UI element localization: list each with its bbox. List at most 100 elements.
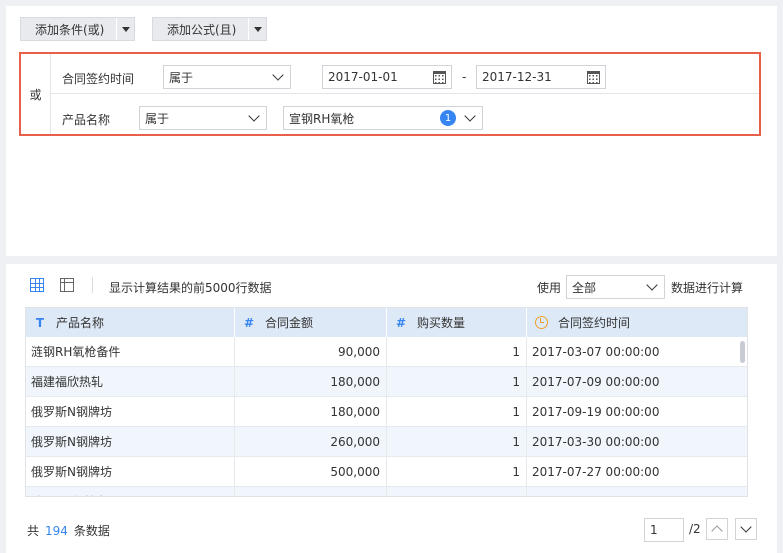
cell-product: 福建福欣热轧 — [26, 367, 235, 396]
date-from-value: 2017-01-01 — [328, 70, 398, 84]
clock-icon — [535, 316, 548, 329]
calc-scope-value: 全部 — [572, 280, 597, 295]
column-header-label: 合同金额 — [265, 316, 314, 330]
selected-count-badge: 1 — [440, 110, 456, 126]
preview-panel: 显示计算结果的前5000行数据 使用 全部 数据进行计算 T 产品名称 # 合同… — [6, 264, 777, 553]
condition-operator-select[interactable]: 属于 — [163, 65, 291, 89]
next-page-button[interactable] — [735, 518, 757, 540]
total-prefix: 共 — [27, 524, 40, 538]
data-table: T 产品名称 # 合同金额 # 购买数量 合同签约时间 涟钢RH氧枪备件 90,… — [25, 307, 748, 497]
calc-scope-select[interactable]: 全部 — [566, 275, 665, 299]
table-row: 涟钢RH氧枪备件 90,000 1 2017-03-07 00:00:00 — [26, 337, 747, 367]
cell-product: 俄罗斯N钢牌坊 — [26, 457, 235, 486]
calendar-icon[interactable] — [433, 70, 446, 84]
condition-field-label: 合同签约时间 — [62, 72, 135, 86]
date-to-value: 2017-12-31 — [482, 70, 552, 84]
toolbar-divider — [92, 277, 93, 293]
calc-label: 数据进行计算 — [671, 281, 744, 295]
table-body: 涟钢RH氧枪备件 90,000 1 2017-03-07 00:00:00 福建… — [26, 337, 747, 497]
detail-view-icon[interactable] — [60, 278, 74, 292]
cell-sign-date: 2017-07-09 00:00:00 — [527, 367, 747, 396]
condition-operator-value: 属于 — [145, 111, 170, 126]
use-label: 使用 — [537, 281, 562, 295]
logic-label: 或 — [29, 87, 42, 102]
caret-down-icon — [121, 26, 130, 32]
column-header-sign-date[interactable]: 合同签约时间 — [527, 308, 747, 337]
table-row: 俄罗斯N钢牌坊 260,000 1 2017-03-30 00:00:00 — [26, 427, 747, 457]
date-from-input[interactable]: 2017-01-01 — [322, 65, 452, 89]
add-condition-dropdown-toggle[interactable] — [116, 18, 134, 40]
table-row: 俄罗斯N钢牌坊 500,000 1 2017-07-27 00:00:00 — [26, 457, 747, 487]
scrollbar-thumb[interactable] — [740, 341, 745, 363]
page-number-value: 1 — [650, 523, 658, 537]
calendar-icon[interactable] — [587, 70, 600, 84]
number-type-icon: # — [243, 315, 255, 330]
add-formula-and-button[interactable]: 添加公式(且) — [152, 17, 268, 41]
chevron-down-icon — [248, 109, 260, 122]
add-condition-or-button[interactable]: 添加条件(或) — [20, 17, 136, 41]
number-type-icon: # — [395, 315, 407, 330]
table-row: 福建福欣热轧 180,000 1 2017-07-09 00:00:00 — [26, 367, 747, 397]
total-count: 共 194 条数据 — [27, 522, 110, 539]
cell-product: 涟钢RH氧枪备件 — [26, 487, 235, 496]
cell-sign-date: 2017-03-30 00:00:00 — [527, 427, 747, 456]
cell-quantity: 1 — [387, 427, 527, 456]
cell-product: 俄罗斯N钢牌坊 — [26, 397, 235, 426]
cell-sign-date: 2017-07-27 00:00:00 — [527, 457, 747, 486]
column-header-quantity[interactable]: # 购买数量 — [387, 308, 527, 337]
cell-product: 俄罗斯N钢牌坊 — [26, 427, 235, 456]
date-to-input[interactable]: 2017-12-31 — [476, 65, 606, 89]
cell-amount: 260,000 — [235, 427, 387, 456]
add-condition-or-label: 添加条件(或) — [35, 22, 105, 37]
column-header-label: 购买数量 — [417, 316, 466, 330]
chevron-down-icon — [740, 521, 752, 533]
cell-quantity: 1 — [387, 397, 527, 426]
column-header-amount[interactable]: # 合同金额 — [235, 308, 387, 337]
cell-amount: 90,000 — [235, 337, 387, 366]
chevron-up-icon — [711, 525, 723, 537]
cell-sign-date: 2017-09-19 00:00:00 — [527, 397, 747, 426]
caret-down-icon — [253, 26, 262, 32]
table-row: 俄罗斯N钢牌坊 180,000 1 2017-09-19 00:00:00 — [26, 397, 747, 427]
product-value-text: 宣钢RH氧枪 — [289, 111, 355, 126]
chevron-down-icon — [464, 109, 476, 122]
cell-amount: 180,000 — [235, 367, 387, 396]
date-range-separator: - — [462, 70, 467, 84]
column-header-label: 产品名称 — [56, 316, 105, 330]
add-formula-and-label: 添加公式(且) — [167, 22, 237, 37]
row-divider — [51, 93, 759, 94]
text-type-icon: T — [35, 315, 45, 330]
grid-view-icon[interactable] — [30, 278, 44, 292]
cell-sign-date: 2017-03-07 00:00:00 — [527, 337, 747, 366]
chevron-down-icon — [272, 68, 284, 81]
page-total: /2 — [689, 522, 701, 536]
cell-product: 涟钢RH氧枪备件 — [26, 337, 235, 366]
logic-toggle[interactable]: 或 — [21, 54, 51, 134]
table-row: 涟钢RH氧枪备件 210,000 1 2017-08-07 00:00:00 — [26, 487, 747, 497]
cell-amount: 210,000 — [235, 487, 387, 496]
cell-amount: 180,000 — [235, 397, 387, 426]
condition-operator-value: 属于 — [169, 70, 194, 85]
preview-info-text: 显示计算结果的前5000行数据 — [109, 281, 272, 295]
column-header-product[interactable]: T 产品名称 — [26, 308, 235, 337]
column-header-label: 合同签约时间 — [558, 316, 631, 330]
condition-field-label: 产品名称 — [62, 113, 111, 127]
cell-sign-date: 2017-08-07 00:00:00 — [527, 487, 747, 497]
condition-group: 或 合同签约时间 属于 2017-01-01 - 2017-12-31 产品名称… — [19, 52, 761, 136]
cell-quantity: 1 — [387, 457, 527, 486]
table-scrollbar[interactable] — [739, 337, 747, 496]
product-value-select[interactable]: 宣钢RH氧枪 1 — [283, 106, 483, 130]
chevron-down-icon — [646, 278, 658, 291]
cell-quantity: 1 — [387, 337, 527, 366]
cell-quantity: 1 — [387, 487, 527, 496]
total-suffix: 条数据 — [73, 524, 110, 538]
condition-operator-select[interactable]: 属于 — [139, 106, 267, 130]
table-header: T 产品名称 # 合同金额 # 购买数量 合同签约时间 — [26, 308, 747, 337]
page-number-input[interactable]: 1 — [644, 518, 684, 542]
total-number: 194 — [45, 524, 68, 538]
filter-panel: 添加条件(或) 添加公式(且) 或 合同签约时间 属于 2017-01-01 -… — [6, 6, 777, 256]
prev-page-button[interactable] — [706, 518, 728, 540]
add-formula-dropdown-toggle[interactable] — [248, 18, 266, 40]
cell-amount: 500,000 — [235, 457, 387, 486]
cell-quantity: 1 — [387, 367, 527, 396]
